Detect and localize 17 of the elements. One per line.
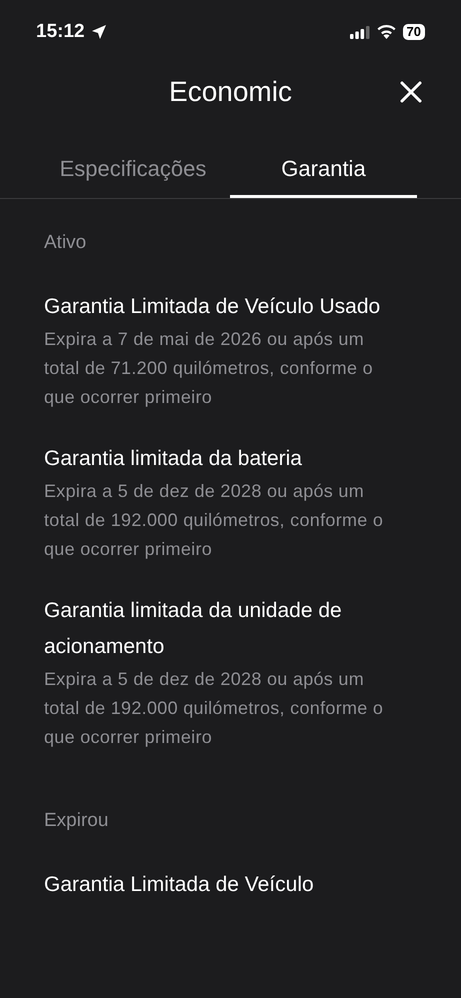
status-time: 15:12 (36, 20, 85, 44)
tab[interactable]: Garantia (230, 142, 417, 198)
warranty-title: Garantia Limitada de Veículo (44, 872, 315, 898)
battery-indicator: 70 (402, 24, 425, 40)
warranty-description: Expira a 7 de mai de 2026 ou após um total de 71.200 quilómetros, conforme o que ocorrer primeiro (44, 328, 374, 409)
location-arrow-icon (90, 24, 107, 40)
signal-icon (350, 26, 370, 38)
warranty-title: Garantia Limitada de Veículo Usado (44, 294, 382, 320)
warranty-title: Garantia limitada da bateria (44, 446, 303, 472)
warranty-description: Expira a 5 de dez de 2028 ou após um total de 192.000 quilómetros, conforme o que ocorrer primeiro (44, 480, 384, 561)
warranty-description: Expira a 5 de dez de 2028 ou após um total de 192.000 quilómetros, conforme o que ocorrer primeiro (44, 668, 384, 749)
section-heading: Expirou (44, 809, 110, 833)
wifi-icon (376, 25, 396, 39)
header-title: Economic (169, 75, 292, 109)
tab[interactable]: Especificações (36, 142, 230, 198)
warranty-title: Garantia limitada da unidade de acionamento (44, 598, 343, 660)
section-heading: Ativo (44, 231, 88, 255)
